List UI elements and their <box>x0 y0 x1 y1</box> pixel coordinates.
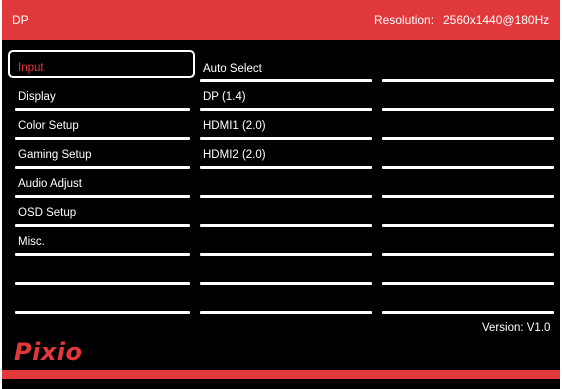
divider <box>382 311 554 314</box>
menu-item-misc[interactable]: Misc. <box>18 235 45 249</box>
divider <box>382 282 554 285</box>
divider <box>200 253 372 256</box>
divider <box>15 108 190 111</box>
menu-item-audio-adjust[interactable]: Audio Adjust <box>18 177 82 191</box>
divider <box>15 195 190 198</box>
menu-item-display[interactable]: Display <box>18 90 56 104</box>
menu-item-color-setup[interactable]: Color Setup <box>18 119 79 133</box>
osd-header: DP Resolution: 2560x1440@180Hz <box>2 0 560 40</box>
divider <box>200 224 372 227</box>
divider <box>382 137 554 140</box>
divider <box>382 108 554 111</box>
divider <box>382 79 554 82</box>
divider <box>382 224 554 227</box>
divider <box>382 195 554 198</box>
menu-item-osd-setup[interactable]: OSD Setup <box>18 206 76 220</box>
menu-item-gaming-setup[interactable]: Gaming Setup <box>18 148 92 162</box>
divider <box>200 166 372 169</box>
divider <box>200 137 372 140</box>
submenu-item-hdmi1[interactable]: HDMI1 (2.0) <box>203 119 266 133</box>
divider <box>15 224 190 227</box>
version-label: Version: V1.0 <box>482 322 551 334</box>
resolution-value: 2560x1440@180Hz <box>443 13 550 27</box>
submenu-item-auto-select[interactable]: Auto Select <box>203 62 262 76</box>
footer-bar <box>2 370 560 379</box>
divider <box>200 195 372 198</box>
divider <box>200 311 372 314</box>
input-source-label: DP <box>12 13 29 27</box>
divider <box>15 253 190 256</box>
divider <box>15 311 190 314</box>
resolution-label: Resolution: <box>374 13 435 27</box>
submenu-item-hdmi2[interactable]: HDMI2 (2.0) <box>203 148 266 162</box>
osd-menu: DP Resolution: 2560x1440@180Hz Input Dis… <box>2 0 560 389</box>
pixio-logo: Pixio <box>14 338 83 366</box>
divider <box>15 137 190 140</box>
divider <box>200 108 372 111</box>
divider <box>200 79 372 82</box>
divider <box>15 166 190 169</box>
menu-item-input[interactable]: Input <box>18 61 44 75</box>
divider <box>382 253 554 256</box>
submenu-item-dp[interactable]: DP (1.4) <box>203 90 246 104</box>
divider <box>200 282 372 285</box>
divider <box>15 282 190 285</box>
divider <box>382 166 554 169</box>
